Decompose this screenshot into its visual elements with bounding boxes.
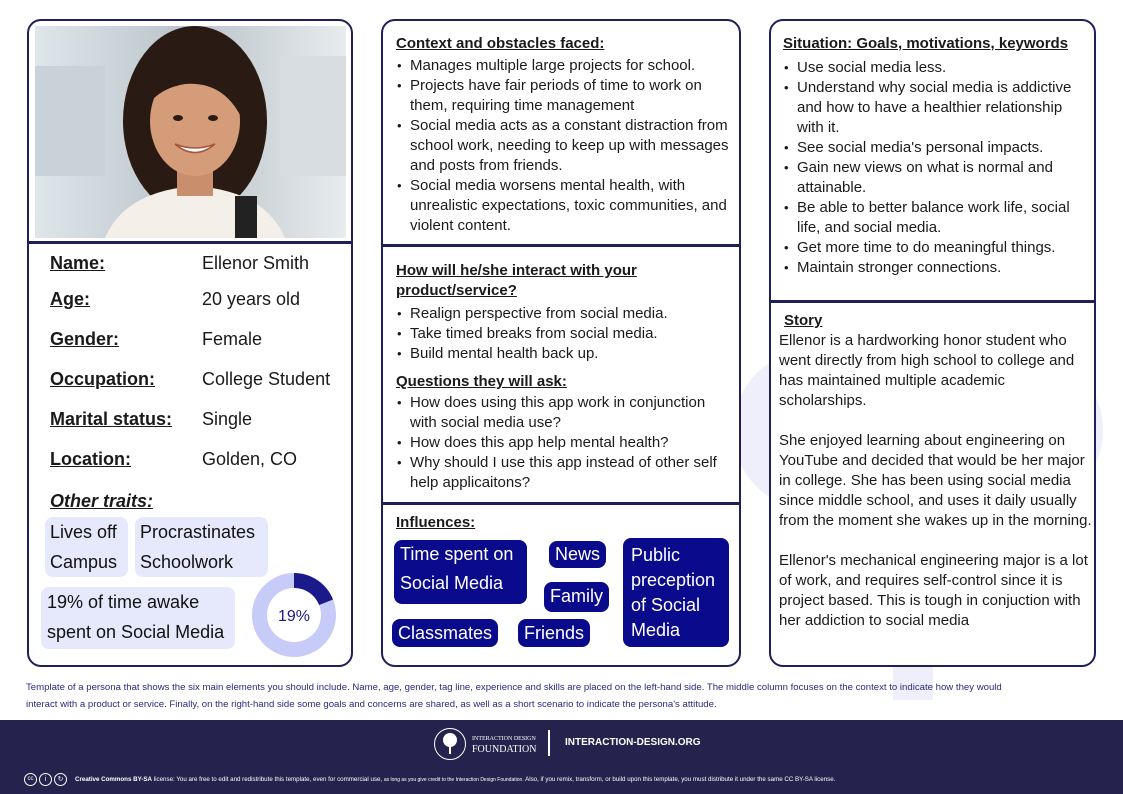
tag-news: News [549, 541, 607, 568]
list-item: Social media worsens mental health, with… [396, 176, 731, 236]
location-label: Location: [50, 449, 131, 469]
list-item: Take timed breaks from social media. [396, 324, 731, 344]
license-text: Creative Commons BY-SA license: You are … [75, 776, 835, 783]
story-paragraph: Ellenor is a hardworking honor student w… [779, 332, 1075, 409]
interaction-title-line: How will he/she interact with your [396, 262, 637, 279]
tag-family: Family [544, 582, 609, 612]
tag-line: Time spent on [400, 544, 514, 564]
template-caption: Template of a persona that shows the six… [26, 679, 1066, 713]
tag-classmates: Classmates [392, 619, 499, 647]
occupation-value: College Student [202, 369, 331, 389]
logo-line: FOUNDATION [472, 744, 537, 755]
footer-bar: INTERACTION DESIGN FOUNDATION INTERACTIO… [0, 720, 1123, 766]
site-link[interactable]: INTERACTION-DESIGN.ORG [565, 737, 701, 748]
list-item: Manages multiple large projects for scho… [396, 56, 731, 76]
profile-panel: Name: Ellenor Smith Age: 20 years old Ge… [27, 19, 353, 667]
context-title: Context and obstacles faced: [396, 35, 605, 52]
list-item: Use social media less. [783, 58, 1088, 78]
context-list: Manages multiple large projects for scho… [396, 56, 731, 236]
name-value: Ellenor Smith [202, 253, 310, 273]
questions-title: Questions they will ask: [396, 373, 567, 390]
context-panel: Context and obstacles faced: Manages mul… [381, 19, 741, 667]
situation-section: Situation: Goals, motivations, keywords … [783, 35, 1088, 278]
license-bar: cc i ↻ Creative Commons BY-SA license: Y… [0, 766, 1123, 794]
list-item: Maintain stronger connections. [783, 258, 1088, 278]
story-paragraph: She enjoyed learning about engineering o… [779, 432, 1092, 529]
tag-public-perception: Public preception of Social Media [623, 538, 729, 647]
trait-chip-line: Lives off [50, 522, 117, 542]
list-item: Social media acts as a constant distract… [396, 116, 731, 176]
marital-status-value: Single [202, 409, 253, 429]
sa-icon: ↻ [54, 773, 67, 786]
marital-status-label: Marital status: [50, 409, 173, 429]
list-item: See social media's personal impacts. [783, 138, 1088, 158]
list-item: Why should I use this app instead of oth… [396, 453, 731, 493]
goals-panel: Situation: Goals, motivations, keywords … [769, 19, 1096, 667]
cc-icons: cc i ↻ [24, 773, 67, 786]
tag-line: Public [631, 545, 681, 565]
context-section: Context and obstacles faced: Manages mul… [396, 35, 731, 236]
donut-label: 19% [278, 608, 310, 625]
tag-line: Media [631, 620, 681, 640]
situation-list: Use social media less. Understand why so… [783, 58, 1088, 278]
list-item: Get more time to do meaningful things. [783, 238, 1088, 258]
list-item: Understand why social media is addictive… [783, 78, 1088, 138]
list-item: Build mental health back up. [396, 344, 731, 364]
caption-line: interact with a product or service. Fina… [26, 699, 717, 710]
gender-value: Female [202, 329, 263, 349]
age-value: 20 years old [202, 289, 301, 309]
other-traits-label: Other traits: [50, 491, 154, 511]
social-media-stat-chip: 19% of time awake spent on Social Media [41, 587, 235, 649]
list-item: How does using this app work in conjunct… [396, 393, 731, 433]
list-item: Realign perspective from social media. [396, 304, 731, 324]
influences-title: Influences: [396, 514, 476, 531]
license-credit: as long as you give credit to the Intera… [383, 777, 524, 783]
interaction-list: Realign perspective from social media. T… [396, 304, 731, 364]
age-label: Age: [50, 289, 90, 309]
list-item: Projects have fair periods of time to wo… [396, 76, 731, 116]
footer-divider [548, 730, 550, 756]
interaction-section: How will he/she interact with your produ… [396, 261, 731, 493]
tag-time-spent: Time spent on Social Media [394, 540, 527, 604]
tag-line: Social Media [400, 573, 504, 593]
logo-line: INTERACTION DESIGN [472, 736, 536, 742]
stat-line: spent on Social Media [47, 622, 225, 642]
location-value: Golden, CO [202, 449, 298, 469]
name-label: Name: [50, 253, 106, 273]
idf-logo-icon [434, 728, 466, 760]
by-icon: i [39, 773, 52, 786]
gender-label: Gender: [50, 329, 120, 349]
trait-chip-line: Schoolwork [140, 552, 234, 572]
tag-line: of Social [631, 595, 701, 615]
list-item: Be able to better balance work life, soc… [783, 198, 1088, 238]
story-paragraph: Ellenor's mechanical engineering major i… [779, 552, 1088, 629]
persona-photo [35, 26, 346, 238]
trait-chip-procrastinates: Procrastinates Schoolwork [135, 517, 268, 577]
interaction-title: How will he/she interact with your produ… [396, 261, 731, 301]
license-tail: Also, if you remix, transform, or build … [525, 776, 836, 783]
story-section: Story Ellenor is a hardworking honor stu… [779, 311, 1093, 631]
idf-logo-text: INTERACTION DESIGN FOUNDATION [472, 735, 537, 755]
occupation-label: Occupation: [50, 369, 156, 389]
trait-chip-campus: Lives off Campus [45, 517, 128, 577]
interaction-title-line: product/service? [396, 282, 517, 299]
tag-line: preception [631, 570, 716, 590]
stat-line: 19% of time awake [47, 592, 200, 612]
situation-title: Situation: Goals, motivations, keywords [783, 35, 1069, 52]
list-item: Gain new views on what is normal and att… [783, 158, 1088, 198]
cc-icon: cc [24, 773, 37, 786]
tag-friends: Friends [518, 619, 591, 647]
list-item: How does this app help mental health? [396, 433, 731, 453]
questions-list: How does using this app work in conjunct… [396, 393, 731, 493]
story-title: Story [784, 312, 823, 329]
trait-chip-line: Procrastinates [140, 522, 256, 542]
license-title: Creative Commons BY-SA [75, 776, 153, 783]
caption-line: Template of a persona that shows the six… [26, 682, 1002, 693]
trait-chip-line: Campus [50, 552, 118, 572]
donut-chart: 19% [252, 573, 336, 657]
license-body: license: You are free to edit and redist… [153, 776, 383, 783]
